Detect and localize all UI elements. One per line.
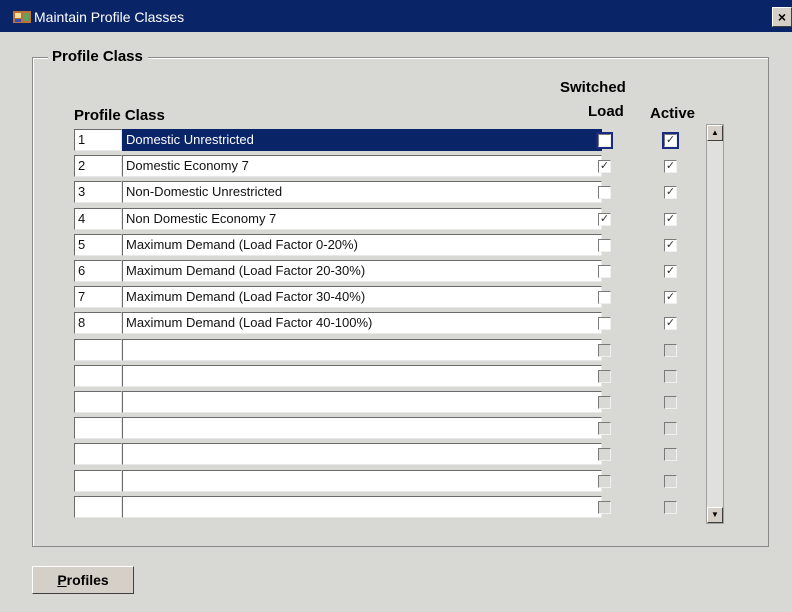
active-checkbox[interactable]: ✓ (664, 186, 677, 199)
switched-load-checkbox[interactable] (598, 265, 611, 278)
active-checkbox[interactable]: ✓ (664, 239, 677, 252)
column-header-profile-class: Profile Class (74, 107, 165, 124)
profile-class-name-cell[interactable]: Domestic Unrestricted (122, 129, 602, 151)
scroll-down-icon[interactable]: ▼ (707, 507, 723, 523)
close-icon[interactable]: × (772, 7, 792, 27)
profile-class-id-cell[interactable]: 2 (74, 155, 122, 177)
switched-load-checkbox[interactable]: ✓ (598, 213, 611, 226)
active-checkbox[interactable]: ✓ (664, 265, 677, 278)
profile-class-name-cell[interactable] (122, 470, 602, 492)
scroll-up-icon[interactable]: ▲ (707, 125, 723, 141)
profile-class-id-cell[interactable] (74, 496, 122, 518)
profile-class-id-cell[interactable] (74, 339, 122, 361)
profile-class-id-cell[interactable]: 8 (74, 312, 122, 334)
switched-load-checkbox[interactable] (598, 291, 611, 304)
profiles-button[interactable]: Profiles (32, 566, 134, 594)
profile-class-name-cell[interactable]: Maximum Demand (Load Factor 20-30%) (122, 260, 602, 282)
switched-load-checkbox (598, 448, 611, 461)
switched-load-checkbox (598, 475, 611, 488)
profile-class-id-cell[interactable]: 1 (74, 129, 122, 151)
profiles-button-label: rofiles (66, 572, 109, 588)
profile-class-id-cell[interactable]: 4 (74, 208, 122, 230)
window-title: Maintain Profile Classes (34, 9, 185, 25)
active-checkbox[interactable]: ✓ (664, 160, 677, 173)
profile-class-name-cell[interactable] (122, 496, 602, 518)
profile-class-name-cell[interactable] (122, 339, 602, 361)
active-checkbox[interactable]: ✓ (664, 213, 677, 226)
profiles-button-mnemonic: P (57, 572, 67, 588)
switched-load-checkbox[interactable] (598, 317, 611, 330)
active-checkbox (664, 501, 677, 514)
profile-class-id-cell[interactable] (74, 417, 122, 439)
profile-class-name-cell[interactable]: Domestic Economy 7 (122, 155, 602, 177)
active-checkbox[interactable]: ✓ (664, 317, 677, 330)
switched-load-checkbox[interactable] (598, 239, 611, 252)
profile-class-id-cell[interactable] (74, 365, 122, 387)
column-header-active: Active (650, 105, 696, 122)
profile-class-name-cell[interactable]: Maximum Demand (Load Factor 30-40%) (122, 286, 602, 308)
active-checkbox (664, 396, 677, 409)
profile-class-name-cell[interactable]: Maximum Demand (Load Factor 40-100%) (122, 312, 602, 334)
profile-class-id-cell[interactable] (74, 391, 122, 413)
profile-class-name-cell[interactable] (122, 391, 602, 413)
active-checkbox[interactable]: ✓ (662, 132, 679, 149)
title-bar: Maintain Profile Classes × (0, 0, 792, 32)
profile-class-id-cell[interactable]: 6 (74, 260, 122, 282)
profile-class-name-cell[interactable]: Maximum Demand (Load Factor 0-20%) (122, 234, 602, 256)
profile-class-name-cell[interactable] (122, 443, 602, 465)
group-label: Profile Class (48, 47, 148, 67)
active-checkbox (664, 344, 677, 357)
switched-load-checkbox[interactable] (598, 186, 611, 199)
active-checkbox (664, 448, 677, 461)
profile-class-id-cell[interactable]: 7 (74, 286, 122, 308)
profile-class-id-cell[interactable] (74, 470, 122, 492)
profile-class-id-cell[interactable]: 5 (74, 234, 122, 256)
switched-load-checkbox (598, 396, 611, 409)
switched-load-checkbox (598, 501, 611, 514)
active-checkbox (664, 370, 677, 383)
active-checkbox (664, 422, 677, 435)
column-header-load: Load (588, 103, 624, 120)
switched-load-checkbox[interactable] (596, 132, 613, 149)
profile-class-name-cell[interactable] (122, 417, 602, 439)
switched-load-checkbox (598, 344, 611, 357)
profile-class-name-cell[interactable]: Non-Domestic Unrestricted (122, 181, 602, 203)
profile-class-name-cell[interactable]: Non Domestic Economy 7 (122, 208, 602, 230)
switched-load-checkbox[interactable]: ✓ (598, 160, 611, 173)
profile-class-name-cell[interactable] (122, 365, 602, 387)
profile-class-id-cell[interactable]: 3 (74, 181, 122, 203)
switched-load-checkbox (598, 422, 611, 435)
active-checkbox (664, 475, 677, 488)
app-icon (13, 11, 31, 23)
switched-load-checkbox (598, 370, 611, 383)
profile-class-id-cell[interactable] (74, 443, 122, 465)
active-checkbox[interactable]: ✓ (664, 291, 677, 304)
vertical-scrollbar[interactable]: ▲ ▼ (706, 124, 724, 524)
column-header-switched: Switched (560, 79, 626, 96)
